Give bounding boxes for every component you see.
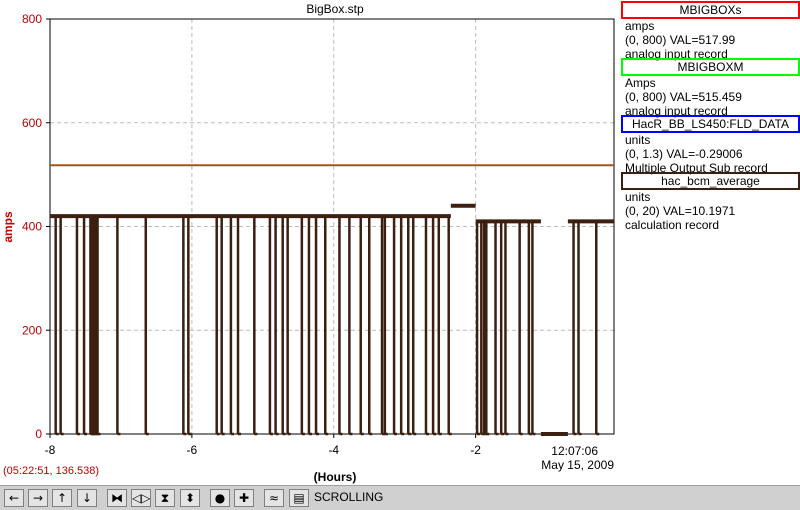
mode-status: SCROLLING	[314, 490, 384, 504]
scroll-down-icon[interactable]: ↓	[77, 489, 97, 507]
legend-range-value: (0, 1.3) VAL=-0.29006	[625, 147, 743, 161]
reset-icon[interactable]: ✚	[234, 489, 254, 507]
autoscale-icon[interactable]: ●	[210, 489, 230, 507]
legend-entry: MBIGBOXM Amps (0, 800) VAL=515.459 analog i…	[620, 58, 800, 118]
y-tick-label: 0	[35, 427, 42, 441]
legend-range-value: (0, 800) VAL=517.99	[625, 33, 736, 47]
zoom-in-horizontal-icon[interactable]: ⧓	[107, 489, 127, 507]
series-layer	[50, 164, 614, 436]
x-tick-label: -2	[470, 443, 481, 457]
legend-units: units	[625, 190, 651, 204]
cursor-coordinates: (05:22:51, 136.538)	[3, 465, 100, 477]
y-axis-ticks: 0 200 400 600 800	[22, 12, 50, 441]
y-tick-label: 400	[22, 220, 42, 234]
zoom-out-vertical-icon[interactable]: ⬍	[180, 489, 200, 507]
chart-title: BigBox.stp	[306, 2, 364, 16]
legend-entry: hac_bcm_average units (0, 20) VAL=10.1971 c…	[620, 172, 800, 232]
x-axis-ticks: -8 -6 -4 -2	[45, 434, 481, 457]
y-axis-label: amps	[1, 211, 15, 243]
legend-pv-name[interactable]: HacR_BB_LS450:FLD_DATA	[621, 115, 800, 133]
y-tick-label: 800	[22, 12, 42, 26]
legend-pv-name[interactable]: MBIGBOXM	[621, 58, 800, 76]
time-label: 12:07:06	[551, 444, 598, 458]
configure-icon[interactable]: ≈	[264, 489, 284, 507]
scroll-right-icon[interactable]: →	[28, 489, 48, 507]
legend-units: Amps	[625, 76, 656, 90]
toolbar: ← → ↑ ↓ ⧓ ◁▷ ⧗ ⬍ ● ✚ ≈ ▤ SCROLLING	[0, 485, 800, 510]
x-tick-label: -8	[45, 443, 56, 457]
legend-range-value: (0, 800) VAL=515.459	[625, 90, 742, 104]
legend-entry: MBIGBOXs amps (0, 800) VAL=517.99 analog in…	[620, 1, 800, 61]
scroll-up-icon[interactable]: ↑	[52, 489, 72, 507]
legend-entry: HacR_BB_LS450:FLD_DATA units (0, 1.3) VAL=…	[620, 115, 800, 175]
y-tick-label: 600	[22, 116, 42, 130]
legend-pv-name[interactable]: hac_bcm_average	[621, 172, 800, 190]
x-tick-label: -4	[328, 443, 339, 457]
x-axis-label: (Hours)	[314, 470, 357, 484]
legend-pv-name[interactable]: MBIGBOXs	[621, 1, 800, 19]
scrolling-mode-icon[interactable]: ▤	[289, 489, 309, 507]
y-tick-label: 200	[22, 323, 42, 337]
x-tick-label: -6	[187, 443, 198, 457]
legend-type: calculation record	[625, 218, 720, 232]
scroll-left-icon[interactable]: ←	[4, 489, 24, 507]
zoom-in-vertical-icon[interactable]: ⧗	[155, 489, 175, 507]
legend-range-value: (0, 20) VAL=10.1971	[625, 204, 736, 218]
legend-units: amps	[625, 19, 655, 33]
legend-units: units	[625, 133, 651, 147]
zoom-out-horizontal-icon[interactable]: ◁▷	[131, 489, 151, 507]
date-label: May 15, 2009	[541, 458, 614, 472]
